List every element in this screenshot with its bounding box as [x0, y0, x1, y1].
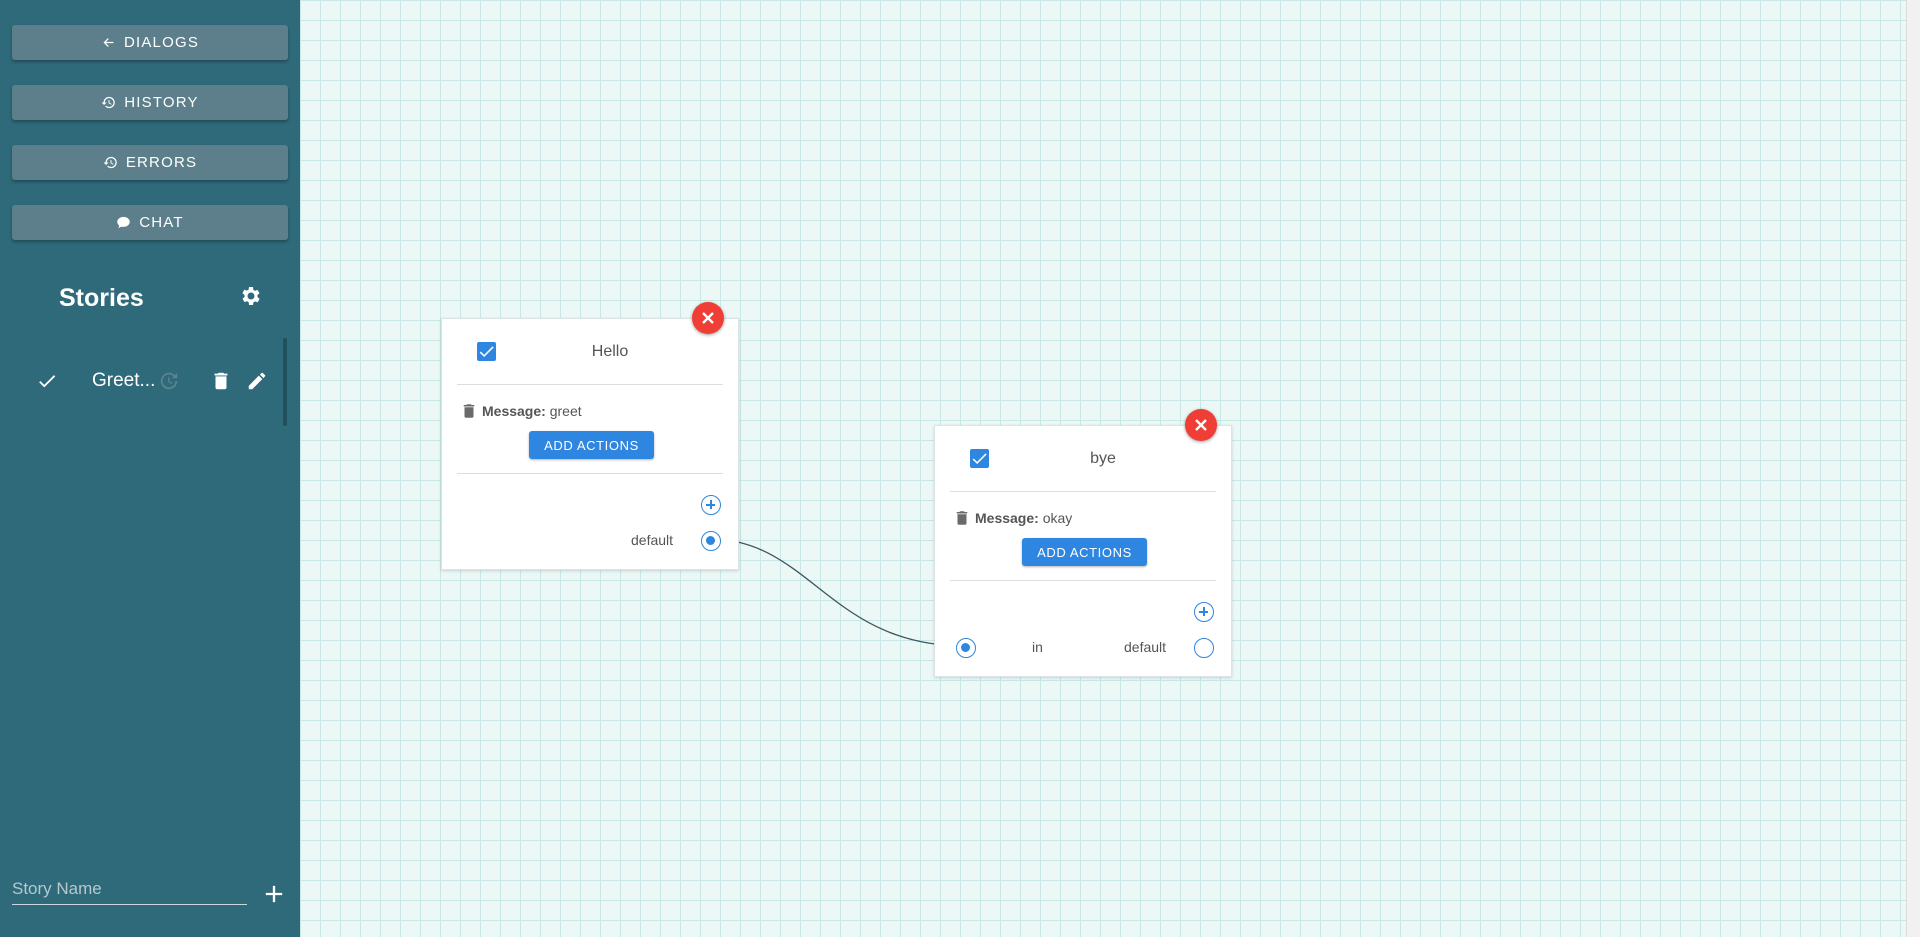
history-button[interactable]: HISTORY: [12, 85, 288, 120]
check-icon[interactable]: [36, 370, 58, 392]
close-node-button[interactable]: [692, 302, 724, 334]
message-label: Message:: [975, 510, 1039, 526]
delete-icon[interactable]: [210, 370, 232, 392]
close-icon: [702, 312, 714, 324]
in-port[interactable]: [956, 638, 976, 658]
node-title: bye: [1090, 450, 1116, 467]
delete-message-icon[interactable]: [460, 401, 478, 421]
add-port-icon[interactable]: [1194, 602, 1214, 622]
story-name[interactable]: Greet...: [92, 370, 155, 392]
out-port-default[interactable]: [701, 531, 721, 551]
chat-button[interactable]: CHAT: [12, 205, 288, 240]
dialogs-label: DIALOGS: [123, 34, 200, 51]
history-icon: [101, 96, 116, 109]
add-story-icon[interactable]: [260, 880, 288, 908]
story-name-input[interactable]: [12, 873, 247, 905]
message-value: greet: [549, 403, 582, 419]
close-node-button[interactable]: [1185, 409, 1217, 441]
history-icon[interactable]: [158, 370, 180, 392]
story-list-scrollbar[interactable]: [283, 338, 287, 426]
message-text: Message: greet: [482, 403, 582, 419]
stories-heading: Stories: [59, 284, 144, 312]
divider: [950, 580, 1216, 581]
add-actions-button[interactable]: ADD ACTIONS: [1022, 538, 1147, 566]
canvas-scrollbar[interactable]: [1906, 0, 1920, 937]
in-port-label: in: [1032, 639, 1043, 655]
delete-message-icon[interactable]: [953, 508, 971, 528]
out-port-default[interactable]: [1194, 638, 1214, 658]
add-actions-button[interactable]: ADD ACTIONS: [529, 431, 654, 459]
close-icon: [1195, 419, 1207, 431]
chat-bubble-icon: [117, 216, 130, 229]
dialogs-button[interactable]: DIALOGS: [12, 25, 288, 60]
node-title: Hello: [591, 343, 629, 360]
errors-label: ERRORS: [125, 154, 198, 171]
story-node-bye[interactable]: bye Message: okay ADD ACTIONS in default: [934, 425, 1232, 677]
sidebar: DIALOGS HISTORY ERRORS CHAT Stories Gree…: [0, 0, 300, 937]
message-label: Message:: [482, 403, 546, 419]
story-list-item[interactable]: Greet...: [12, 360, 282, 402]
message-value: okay: [1042, 510, 1073, 526]
errors-button[interactable]: ERRORS: [12, 145, 288, 180]
add-port-icon[interactable]: [701, 495, 721, 515]
gear-icon[interactable]: [238, 284, 262, 308]
back-arrow-icon: [103, 38, 114, 47]
out-port-label: default: [631, 532, 674, 548]
chat-label: CHAT: [139, 214, 184, 231]
history-label: HISTORY: [124, 94, 199, 111]
edit-icon[interactable]: [246, 370, 268, 392]
story-node-hello[interactable]: Hello Message: greet ADD ACTIONS default: [441, 318, 739, 570]
divider: [457, 473, 723, 474]
out-port-label: default: [1124, 639, 1167, 655]
divider: [950, 491, 1216, 492]
divider: [457, 384, 723, 385]
message-text: Message: okay: [975, 510, 1072, 526]
history-icon: [103, 156, 117, 169]
